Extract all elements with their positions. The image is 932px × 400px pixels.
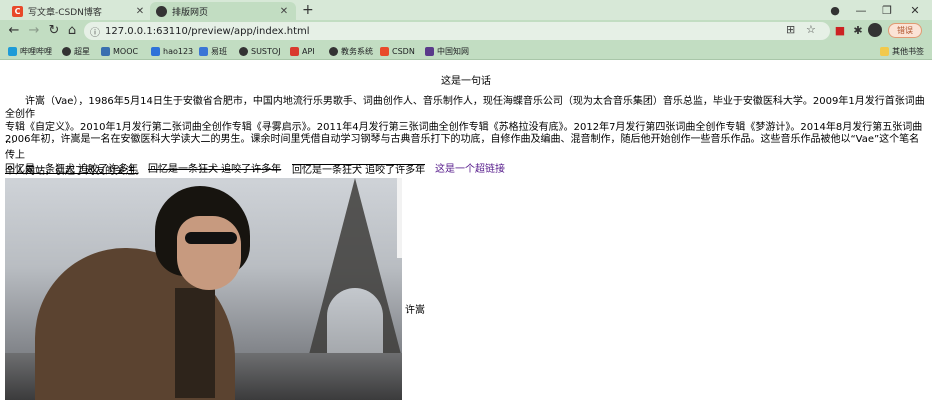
browser-toolbar: ← → ↻ ⌂ ⓘ 127.0.0.1:63110/preview/app/in… (0, 20, 932, 42)
close-icon[interactable]: ✕ (278, 6, 290, 17)
restore-button[interactable]: ❐ (874, 0, 900, 20)
info-icon[interactable]: ⓘ (90, 24, 100, 39)
globe-icon (62, 46, 71, 56)
new-tab-button[interactable]: + (302, 2, 314, 18)
bookmarks-bar: 哔哩哔哩 超星 MOOC hao123 易班 SUSTOJ API 教务系统 C… (0, 42, 932, 60)
bookmark-item[interactable]: SUSTOJ (239, 44, 281, 58)
api-icon (290, 46, 299, 56)
bookmark-item[interactable]: hao123 (151, 44, 193, 58)
bookmark-label: SUSTOJ (251, 46, 281, 56)
error-button[interactable]: 错误 (888, 23, 922, 38)
face-shape (177, 216, 241, 290)
tab-title: 写文章-CSDN博客 (28, 7, 102, 18)
csdn-icon (380, 46, 389, 56)
url-text: 127.0.0.1:63110/preview/app/index.html (105, 25, 310, 37)
close-icon[interactable]: ✕ (134, 6, 146, 17)
singer-photo (5, 178, 402, 400)
bookmark-label: 其他书签 (892, 46, 924, 56)
bookmark-item[interactable]: MOOC (101, 44, 138, 58)
tab-strip: C 写文章-CSDN博客 ✕ 排版网页 ✕ + ● — ❐ ✕ (0, 0, 932, 20)
translate-icon[interactable]: ⊞ (786, 23, 795, 37)
underlined-text: 回忆是一条狂犬 追咬了许多年 (5, 164, 139, 175)
bookmark-label: CSDN (392, 46, 415, 56)
bookmark-item[interactable]: 教务系统 (329, 44, 373, 58)
page-heading: 这是一句话 (441, 76, 491, 87)
bookmark-label: hao123 (163, 46, 194, 56)
window-close-button[interactable]: ✕ (902, 0, 928, 20)
home-icon[interactable]: ⌂ (64, 23, 80, 39)
forward-arrow-icon[interactable]: → (26, 23, 42, 39)
other-bookmarks[interactable]: 其他书签 (880, 44, 924, 58)
bookmark-label: 教务系统 (341, 46, 373, 56)
tab-title: 排版网页 (172, 7, 209, 18)
profile-avatar[interactable] (868, 23, 882, 37)
sunglasses-shape (185, 232, 237, 244)
bookmark-item[interactable]: 中国知网 (425, 44, 469, 58)
page-viewport: 这是一句话 许嵩（Vae），1986年5月14日生于安徽省合肥市，中国内地流行乐… (0, 60, 932, 400)
hao123-icon (151, 46, 160, 56)
bookmark-item[interactable]: 易班 (199, 44, 227, 58)
bookmark-item[interactable]: 超星 (62, 44, 90, 58)
image-caption: 许嵩 (405, 305, 425, 316)
mooc-icon (101, 46, 110, 56)
strikethrough-text: 回忆是一条狂犬 追咬了许多年 (148, 164, 282, 175)
hyperlink[interactable]: 这是一个超链接 (435, 164, 505, 176)
bookmark-label: 易班 (211, 46, 227, 56)
globe-icon (329, 46, 338, 56)
tab-layout-page[interactable]: 排版网页 ✕ (150, 2, 296, 20)
tab-csdn[interactable]: C 写文章-CSDN博客 ✕ (6, 2, 152, 20)
scarf-shape (175, 288, 215, 398)
bookmark-item[interactable]: 哔哩哔哩 (8, 44, 52, 58)
bookmark-label: 中国知网 (437, 46, 469, 56)
extension-icon[interactable]: ■ (832, 23, 848, 39)
bookmark-star-icon[interactable]: ☆ (806, 23, 816, 37)
bookmark-item[interactable]: API (290, 44, 315, 58)
bookmark-label: 超星 (74, 46, 90, 56)
bookmark-item[interactable]: CSDN (380, 44, 415, 58)
bilibili-icon (8, 46, 17, 56)
reload-icon[interactable]: ↻ (46, 23, 62, 39)
puzzle-icon[interactable]: ✱ (850, 23, 866, 39)
csdn-icon: C (12, 5, 23, 17)
bookmark-label: 哔哩哔哩 (20, 46, 52, 56)
record-icon[interactable]: ● (822, 0, 848, 20)
back-arrow-icon[interactable]: ← (6, 23, 22, 39)
globe-icon (156, 5, 167, 17)
cnki-icon (425, 46, 434, 56)
address-bar[interactable]: ⓘ 127.0.0.1:63110/preview/app/index.html (84, 22, 830, 40)
yiban-icon (199, 46, 208, 56)
globe-icon (239, 46, 248, 56)
minimize-button[interactable]: — (848, 0, 874, 20)
bookmark-label: MOOC (113, 46, 139, 56)
photo-edge (397, 178, 402, 258)
overlined-text: 回忆是一条狂犬 追咬了许多年 (292, 164, 426, 176)
folder-icon (880, 46, 889, 56)
bookmark-label: API (302, 46, 315, 56)
